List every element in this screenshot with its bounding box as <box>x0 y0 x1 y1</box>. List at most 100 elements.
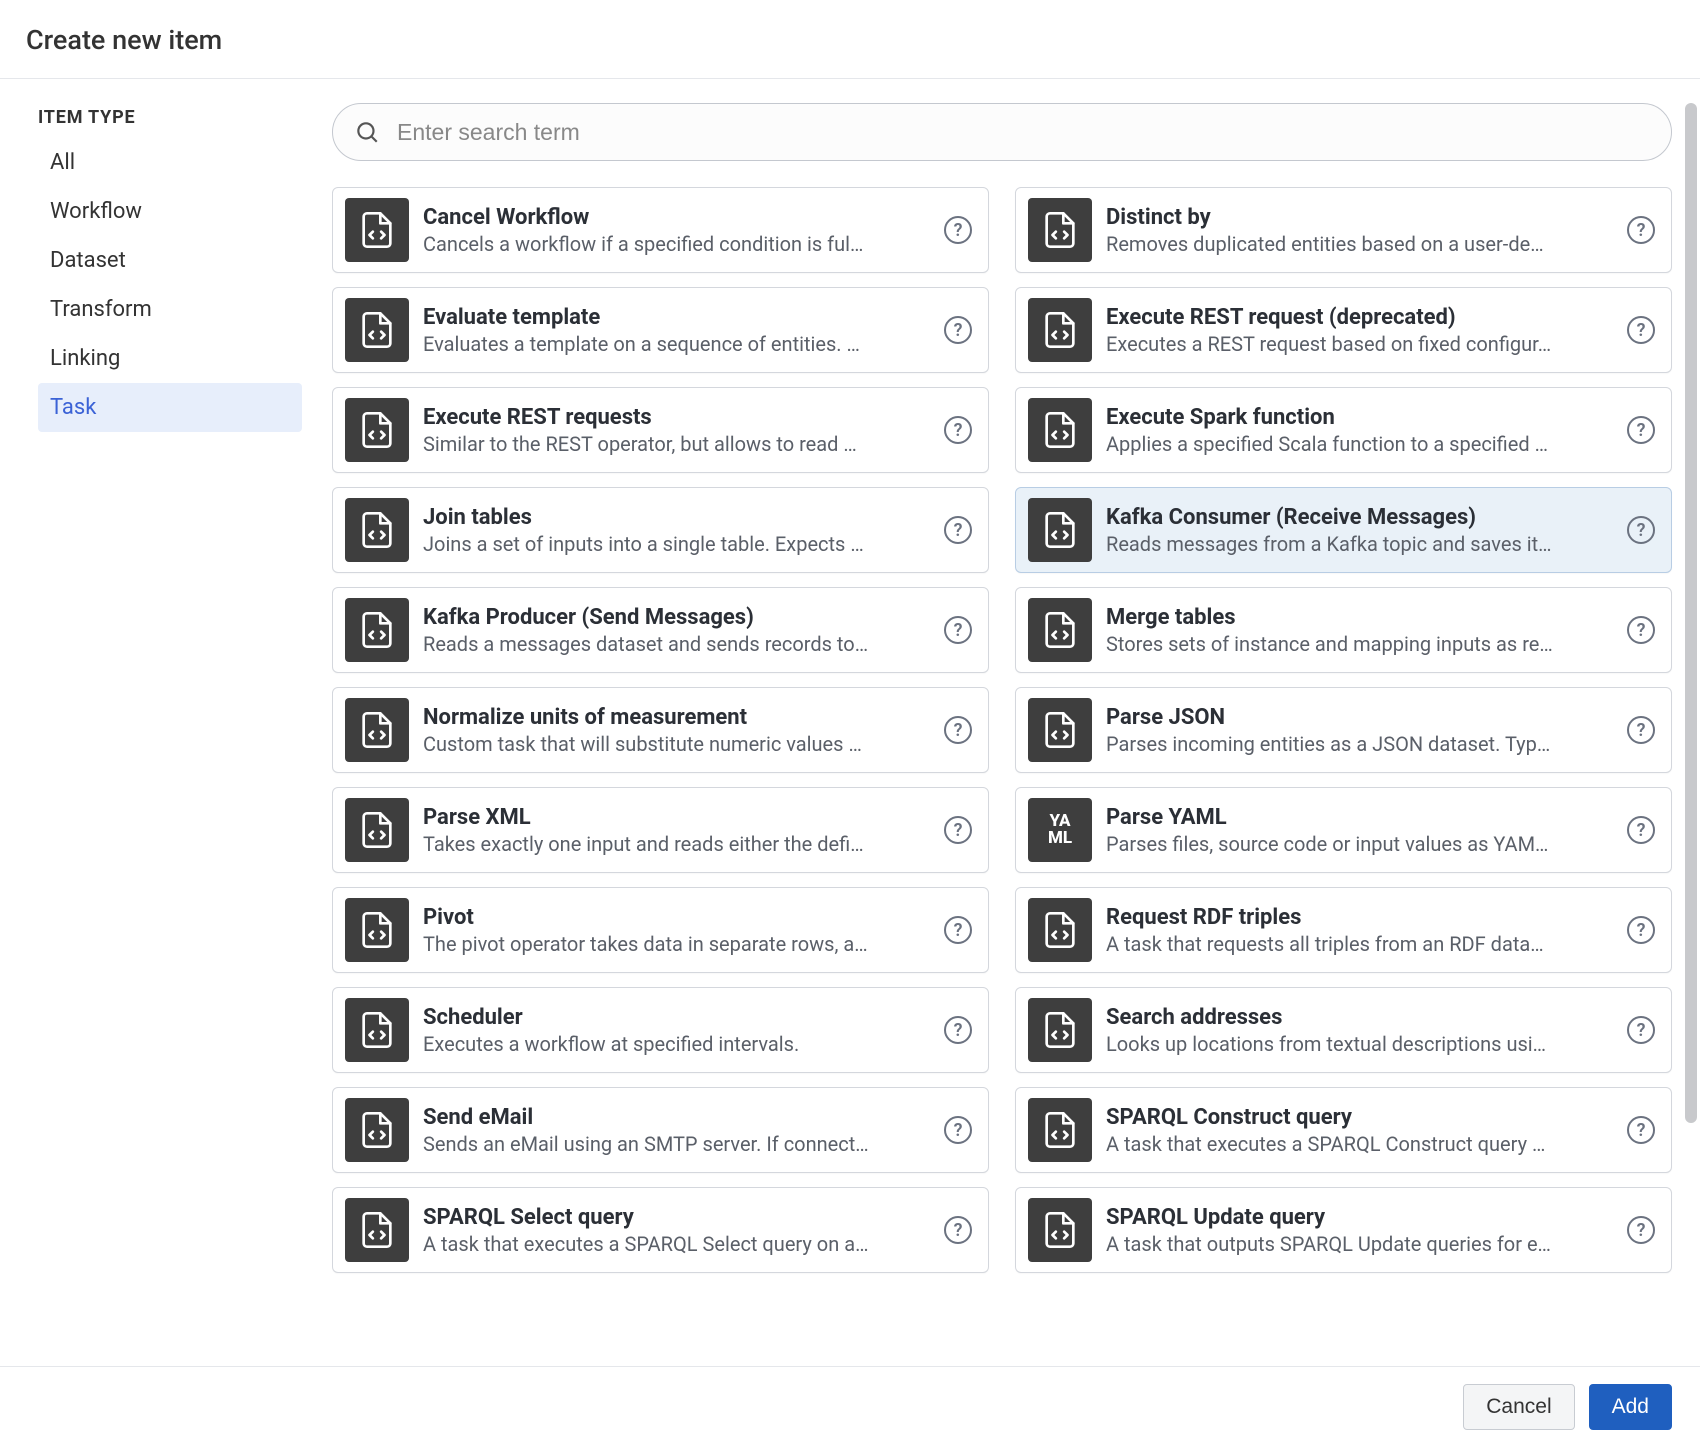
task-card[interactable]: Send eMailSends an eMail using an SMTP s… <box>332 1087 989 1173</box>
dialog-footer: Cancel Add <box>0 1366 1700 1446</box>
card-description: A task that outputs SPARQL Update querie… <box>1106 1232 1613 1256</box>
help-icon[interactable]: ? <box>1627 916 1655 944</box>
card-description: Custom task that will substitute numeric… <box>423 732 930 756</box>
scrollbar[interactable] <box>1685 103 1697 1123</box>
card-title: Parse XML <box>423 805 930 830</box>
card-title: Pivot <box>423 905 930 930</box>
code-file-icon <box>1028 898 1092 962</box>
card-description: A task that executes a SPARQL Construct … <box>1106 1132 1613 1156</box>
help-icon[interactable]: ? <box>1627 816 1655 844</box>
card-description: A task that requests all triples from an… <box>1106 932 1613 956</box>
help-icon[interactable]: ? <box>1627 1116 1655 1144</box>
code-file-icon <box>345 298 409 362</box>
task-card[interactable]: Execute Spark functionApplies a specifie… <box>1015 387 1672 473</box>
help-icon[interactable]: ? <box>1627 516 1655 544</box>
card-title: Evaluate template <box>423 305 930 330</box>
card-title: Scheduler <box>423 1005 930 1030</box>
code-file-icon <box>345 998 409 1062</box>
sidebar-item-task[interactable]: Task <box>38 383 302 432</box>
card-body: SPARQL Select queryA task that executes … <box>423 1205 930 1256</box>
card-title: SPARQL Select query <box>423 1205 930 1230</box>
task-card[interactable]: Parse JSONParses incoming entities as a … <box>1015 687 1672 773</box>
task-card[interactable]: YAMLParse YAMLParses files, source code … <box>1015 787 1672 873</box>
task-card[interactable]: Distinct byRemoves duplicated entities b… <box>1015 187 1672 273</box>
task-card[interactable]: Kafka Producer (Send Messages)Reads a me… <box>332 587 989 673</box>
task-card[interactable]: Normalize units of measurementCustom tas… <box>332 687 989 773</box>
task-card[interactable]: Kafka Consumer (Receive Messages)Reads m… <box>1015 487 1672 573</box>
help-icon[interactable]: ? <box>944 616 972 644</box>
help-icon[interactable]: ? <box>1627 616 1655 644</box>
help-icon[interactable]: ? <box>1627 1216 1655 1244</box>
card-description: Executes a workflow at specified interva… <box>423 1032 930 1056</box>
task-card[interactable]: Execute REST requestsSimilar to the REST… <box>332 387 989 473</box>
card-description: Joins a set of inputs into a single tabl… <box>423 532 930 556</box>
task-card[interactable]: Evaluate templateEvaluates a template on… <box>332 287 989 373</box>
card-body: Cancel WorkflowCancels a workflow if a s… <box>423 205 930 256</box>
task-card[interactable]: Execute REST request (deprecated)Execute… <box>1015 287 1672 373</box>
search-input[interactable] <box>332 103 1672 161</box>
task-card[interactable]: SchedulerExecutes a workflow at specifie… <box>332 987 989 1073</box>
task-card[interactable]: SPARQL Select queryA task that executes … <box>332 1187 989 1273</box>
task-card[interactable]: PivotThe pivot operator takes data in se… <box>332 887 989 973</box>
help-icon[interactable]: ? <box>944 516 972 544</box>
code-file-icon <box>1028 998 1092 1062</box>
sidebar: ITEM TYPE AllWorkflowDatasetTransformLin… <box>0 79 332 1365</box>
task-card[interactable]: Parse XMLTakes exactly one input and rea… <box>332 787 989 873</box>
card-body: Distinct byRemoves duplicated entities b… <box>1106 205 1613 256</box>
sidebar-item-all[interactable]: All <box>38 138 302 187</box>
code-file-icon <box>1028 398 1092 462</box>
sidebar-item-transform[interactable]: Transform <box>38 285 302 334</box>
card-body: SchedulerExecutes a workflow at specifie… <box>423 1005 930 1056</box>
help-icon[interactable]: ? <box>944 1216 972 1244</box>
card-description: Reads messages from a Kafka topic and sa… <box>1106 532 1613 556</box>
help-icon[interactable]: ? <box>1627 216 1655 244</box>
task-card[interactable]: Search addressesLooks up locations from … <box>1015 987 1672 1073</box>
card-title: Merge tables <box>1106 605 1613 630</box>
help-icon[interactable]: ? <box>1627 1016 1655 1044</box>
sidebar-item-linking[interactable]: Linking <box>38 334 302 383</box>
help-icon[interactable]: ? <box>944 1016 972 1044</box>
dialog-title: Create new item <box>26 24 1674 56</box>
help-icon[interactable]: ? <box>944 1116 972 1144</box>
card-title: Distinct by <box>1106 205 1613 230</box>
cancel-button[interactable]: Cancel <box>1463 1384 1574 1430</box>
code-file-icon <box>1028 1098 1092 1162</box>
code-file-icon <box>345 198 409 262</box>
card-description: The pivot operator takes data in separat… <box>423 932 930 956</box>
help-icon[interactable]: ? <box>944 316 972 344</box>
help-icon[interactable]: ? <box>1627 416 1655 444</box>
dialog-body: ITEM TYPE AllWorkflowDatasetTransformLin… <box>0 79 1700 1365</box>
code-file-icon <box>1028 598 1092 662</box>
help-icon[interactable]: ? <box>944 916 972 944</box>
card-title: Send eMail <box>423 1105 930 1130</box>
card-description: Parses incoming entities as a JSON datas… <box>1106 732 1613 756</box>
sidebar-item-workflow[interactable]: Workflow <box>38 187 302 236</box>
help-icon[interactable]: ? <box>944 716 972 744</box>
card-title: Join tables <box>423 505 930 530</box>
add-button[interactable]: Add <box>1589 1384 1672 1430</box>
card-body: SPARQL Construct queryA task that execut… <box>1106 1105 1613 1156</box>
task-card[interactable]: SPARQL Update queryA task that outputs S… <box>1015 1187 1672 1273</box>
card-description: Reads a messages dataset and sends recor… <box>423 632 930 656</box>
code-file-icon <box>345 898 409 962</box>
code-file-icon <box>1028 298 1092 362</box>
task-card[interactable]: Join tablesJoins a set of inputs into a … <box>332 487 989 573</box>
task-card[interactable]: Cancel WorkflowCancels a workflow if a s… <box>332 187 989 273</box>
help-icon[interactable]: ? <box>1627 716 1655 744</box>
card-body: Execute REST requestsSimilar to the REST… <box>423 405 930 456</box>
card-body: Merge tablesStores sets of instance and … <box>1106 605 1613 656</box>
help-icon[interactable]: ? <box>1627 316 1655 344</box>
card-description: Cancels a workflow if a specified condit… <box>423 232 930 256</box>
help-icon[interactable]: ? <box>944 816 972 844</box>
sidebar-item-dataset[interactable]: Dataset <box>38 236 302 285</box>
help-icon[interactable]: ? <box>944 416 972 444</box>
task-card[interactable]: Request RDF triplesA task that requests … <box>1015 887 1672 973</box>
help-icon[interactable]: ? <box>944 216 972 244</box>
main-panel: Cancel WorkflowCancels a workflow if a s… <box>332 79 1700 1365</box>
code-file-icon <box>345 698 409 762</box>
task-card[interactable]: SPARQL Construct queryA task that execut… <box>1015 1087 1672 1173</box>
code-file-icon <box>345 798 409 862</box>
yaml-icon: YAML <box>1028 798 1092 862</box>
task-card[interactable]: Merge tablesStores sets of instance and … <box>1015 587 1672 673</box>
code-file-icon <box>345 1198 409 1262</box>
